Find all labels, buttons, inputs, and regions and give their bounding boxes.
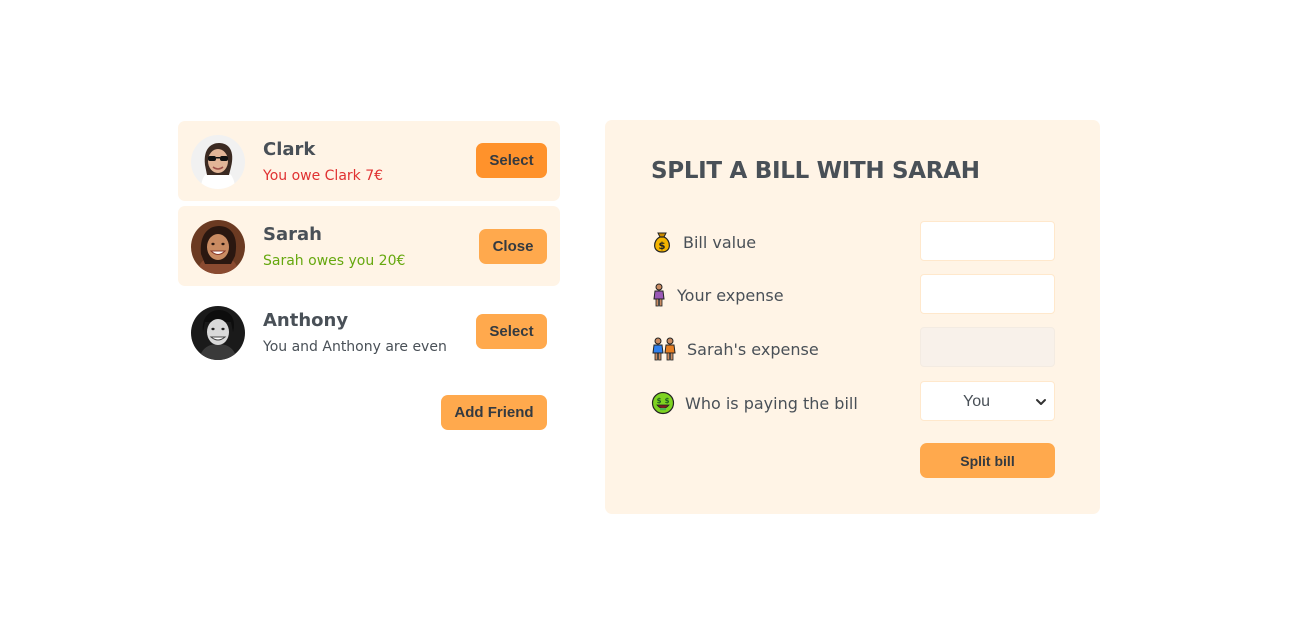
select-friend-button[interactable]: Select: [476, 143, 547, 178]
friend-balance-status: Sarah owes you 20€: [263, 253, 406, 269]
split-bill-form: SPLIT A BILL WITH SARAH $ Bill value You…: [605, 120, 1100, 514]
person-icon: [651, 283, 667, 307]
couple-icon: [651, 337, 677, 361]
bill-value-text: Bill value: [683, 232, 757, 252]
add-friend-button[interactable]: Add Friend: [441, 395, 547, 430]
svg-text:$: $: [657, 397, 662, 405]
your-expense-text: Your expense: [677, 285, 784, 305]
money-bag-icon: $: [651, 230, 673, 254]
friend-expense-text: Sarah's expense: [687, 339, 819, 359]
svg-text:$: $: [665, 397, 670, 405]
friend-item-anthony: Anthony You and Anthony are even Select: [178, 292, 560, 372]
select-friend-button[interactable]: Select: [476, 314, 547, 349]
friend-item-clark: Clark You owe Clark 7€ Select: [178, 121, 560, 201]
bill-value-input[interactable]: [920, 221, 1055, 261]
friend-name: Anthony: [263, 310, 349, 331]
friend-balance-status: You owe Clark 7€: [263, 168, 384, 184]
avatar: [191, 135, 245, 189]
avatar: [191, 220, 245, 274]
chevron-down-icon: [1035, 395, 1047, 407]
payer-selected-value: You: [963, 393, 990, 410]
friend-expense-input: [920, 327, 1055, 367]
friend-item-sarah: Sarah Sarah owes you 20€ Close: [178, 206, 560, 286]
svg-text:$: $: [659, 241, 666, 252]
payer-select[interactable]: You: [920, 381, 1055, 421]
money-face-icon: $ $: [651, 391, 675, 415]
payer-label: $ $ Who is paying the bill: [651, 391, 858, 415]
friend-name: Clark: [263, 139, 316, 160]
your-expense-input[interactable]: [920, 274, 1055, 314]
avatar: [191, 306, 245, 360]
payer-text: Who is paying the bill: [685, 393, 858, 413]
bill-value-label: $ Bill value: [651, 230, 756, 254]
split-bill-button[interactable]: Split bill: [920, 443, 1055, 478]
friend-name: Sarah: [263, 224, 322, 245]
close-friend-button[interactable]: Close: [479, 229, 547, 264]
friend-balance-status: You and Anthony are even: [263, 339, 447, 355]
eat-n-split-app: Clark You owe Clark 7€ Select Sarah Sara…: [0, 0, 1297, 630]
your-expense-label: Your expense: [651, 283, 784, 307]
friend-expense-label: Sarah's expense: [651, 337, 819, 361]
form-title: SPLIT A BILL WITH SARAH: [651, 158, 980, 184]
